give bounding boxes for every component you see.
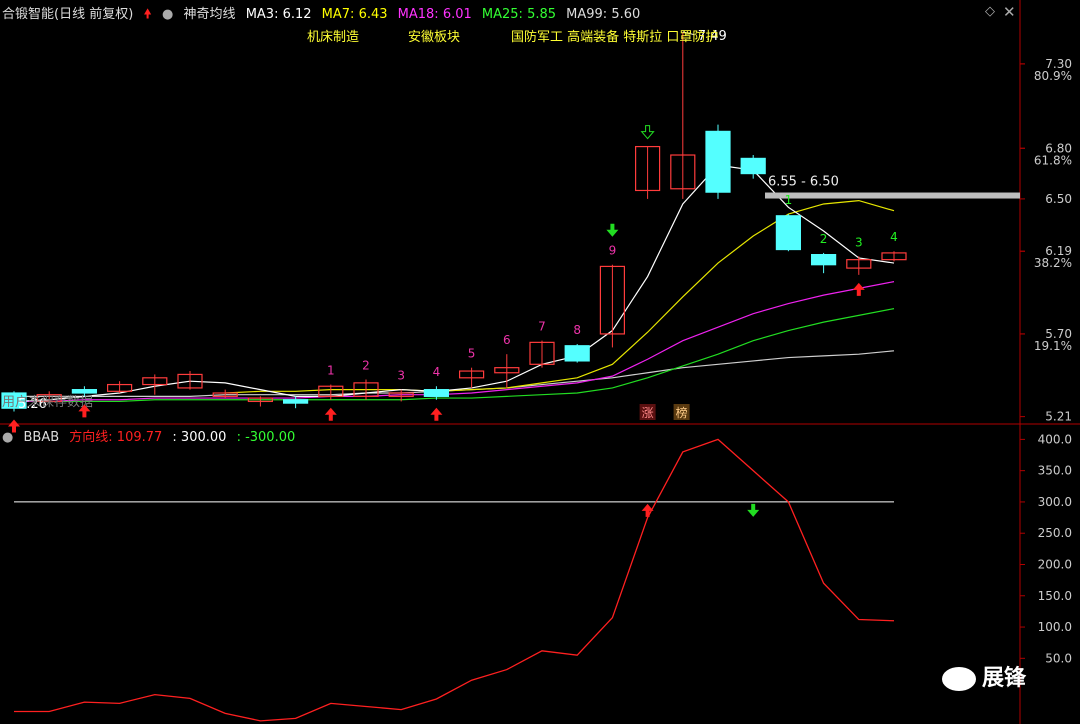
concept-tag-3[interactable]: 国防军工 高端装备 特斯拉 口罩防护 <box>511 26 718 45</box>
bbab-name[interactable]: BBAB <box>23 430 59 445</box>
wechat-icon <box>942 667 976 691</box>
close-icon[interactable]: ✕ <box>1003 3 1016 21</box>
watermark: 展锋 <box>942 660 1026 692</box>
indicator-name[interactable]: 神奇均线 <box>184 7 236 22</box>
sub-axis-label: 150.0 <box>1038 589 1072 603</box>
sub-axis-label: 300.0 <box>1038 495 1072 509</box>
support-zone-bar <box>765 192 1020 199</box>
count-label: 8 <box>573 323 581 337</box>
ma99-label: MA99: 5.60 <box>566 7 641 22</box>
price-axis-label: 5.21 <box>1045 410 1072 424</box>
price-axis-label: 6.50 <box>1045 192 1072 206</box>
count-label: 1 <box>327 364 335 378</box>
settings-circle-icon[interactable]: ● <box>162 7 173 22</box>
count-label: 4 <box>890 230 898 244</box>
settings-circle-icon[interactable]: ● <box>2 430 13 445</box>
count-label: 3 <box>397 369 405 383</box>
count-label: 2 <box>362 358 370 372</box>
count-label: 9 <box>609 244 617 258</box>
candle-body <box>71 389 98 394</box>
sub-axis-label: 100.0 <box>1038 620 1072 634</box>
price-axis-label: 61.8% <box>1034 153 1072 167</box>
diamond-icon[interactable]: ◇ <box>985 4 995 19</box>
count-label: 1 <box>785 193 793 207</box>
direction-line-label: 方向线: 109.77 <box>69 430 163 445</box>
candle-body <box>705 130 731 193</box>
unsaved-data-label: 用户未保存数据 <box>2 394 93 410</box>
buy-arrow-icon <box>324 407 337 421</box>
lower-label: : -300.00 <box>236 430 296 445</box>
sub-axis-label: 350.0 <box>1038 464 1072 478</box>
count-label: 5 <box>468 347 476 361</box>
red-up-arrow-icon: 🠝 <box>143 7 152 22</box>
main-header: 合锻智能(日线 前复权) 🠝 ● 神奇均线 MA3: 6.12 MA7: 6.4… <box>2 3 646 27</box>
bbab-down-arrow-icon <box>747 503 760 517</box>
count-label: 3 <box>855 235 863 249</box>
ma18-label: MA18: 6.01 <box>397 7 472 22</box>
ma3-line <box>13 164 895 403</box>
count-label: 7 <box>538 320 546 334</box>
candle-body <box>775 215 802 251</box>
price-axis-label: 80.9% <box>1034 69 1072 83</box>
buy-arrow-icon <box>430 407 443 421</box>
ma7-label: MA7: 6.43 <box>321 7 388 22</box>
bang-label: 榜 <box>676 405 688 420</box>
upper-label: : 300.00 <box>172 430 227 445</box>
zone-label: 6.55 - 6.50 <box>768 175 839 190</box>
sell-arrow-icon <box>606 223 619 237</box>
candle-body <box>740 157 766 175</box>
concept-tag-2[interactable]: 安徽板块 <box>408 26 460 45</box>
outline-down-arrow-icon <box>640 125 655 140</box>
ma18-line <box>14 281 895 403</box>
buy-arrow-icon <box>852 282 865 296</box>
zhang-label: 涨 <box>642 405 654 420</box>
chart-canvas[interactable]: 7.3080.9%6.8061.8%6.506.1938.2%5.7019.1%… <box>0 0 1080 724</box>
sub-axis-label: 50.0 <box>1045 651 1072 665</box>
ma25-label: MA25: 5.85 <box>481 7 557 22</box>
count-label: 6 <box>503 333 511 347</box>
bbab-up-arrow-icon <box>641 503 654 517</box>
candle-body <box>564 345 590 362</box>
sub-header: ● BBAB 方向线: 109.77 : 300.00 : -300.00 <box>2 426 301 445</box>
candle-body <box>283 399 309 404</box>
price-axis-label: 19.1% <box>1034 339 1072 353</box>
concept-tag-1[interactable]: 机床制造 <box>307 26 359 45</box>
sub-axis-label: 400.0 <box>1038 432 1072 446</box>
bbab-line <box>14 438 895 722</box>
stock-title[interactable]: 合锻智能(日线 前复权) <box>2 7 133 22</box>
sub-axis-label: 200.0 <box>1038 557 1072 571</box>
candle-body <box>810 253 837 266</box>
price-axis-label: 38.2% <box>1034 256 1072 270</box>
candle-body <box>423 389 449 397</box>
ma3-label: MA3: 6.12 <box>245 7 312 22</box>
count-label: 2 <box>820 232 828 246</box>
count-label: 4 <box>433 365 441 379</box>
sub-axis-label: 250.0 <box>1038 526 1072 540</box>
